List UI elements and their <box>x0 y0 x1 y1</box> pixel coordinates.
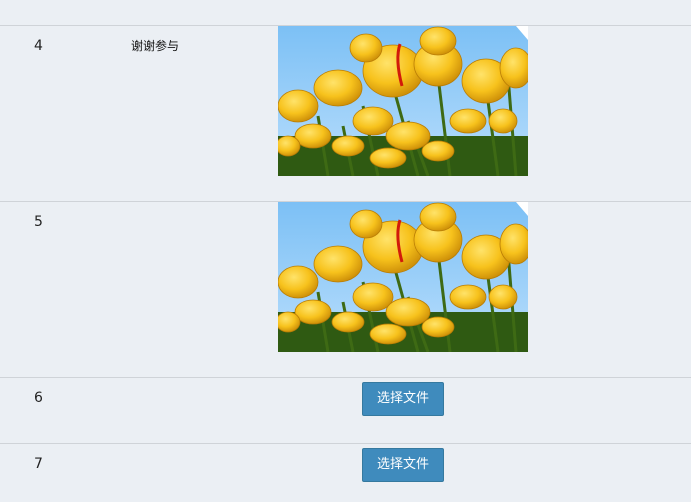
choose-file-button[interactable]: 选择文件 <box>362 448 444 482</box>
row-name: 谢谢参与 <box>131 39 180 53</box>
choose-file-button[interactable]: 选择文件 <box>362 382 444 416</box>
row-index: 7 <box>34 456 43 472</box>
table-row: 4 谢谢参与 <box>0 25 691 201</box>
table-row: 7 选择文件 <box>0 443 691 502</box>
row-index: 4 <box>34 38 43 54</box>
table-row: 5 <box>0 201 691 377</box>
tulips-image <box>278 26 528 176</box>
tulips-image <box>278 202 528 352</box>
row-index: 6 <box>34 390 43 406</box>
table-row: 6 选择文件 <box>0 377 691 443</box>
row-index: 5 <box>34 214 43 230</box>
